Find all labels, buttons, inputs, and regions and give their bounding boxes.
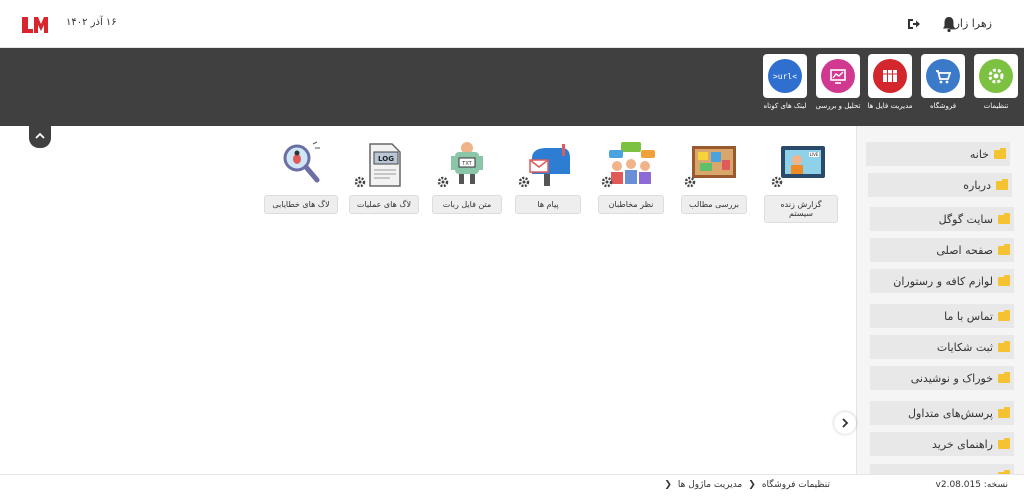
logout-icon[interactable] <box>906 16 922 32</box>
folder-icon <box>998 212 1010 224</box>
svg-text:>url<: >url< <box>773 72 797 81</box>
bell-icon[interactable] <box>940 15 958 33</box>
folder-icon <box>998 371 1010 383</box>
sidebar-item-complaints[interactable]: ثبت شکایات <box>870 335 1014 359</box>
module-label: گزارش زنده سیستم <box>764 195 838 223</box>
module-content-review[interactable]: بررسی مطالب <box>681 140 747 214</box>
robot-txt-icon: TXT <box>437 140 497 188</box>
breadcrumb-item[interactable]: مدیریت ماژول ها <box>678 480 742 490</box>
sidebar-item-more[interactable] <box>870 464 1014 474</box>
module-label: نظر مخاطبان <box>598 195 664 214</box>
breadcrumb-item[interactable]: تنظیمات فروشگاه <box>762 480 830 490</box>
module-label: پیام ها <box>515 195 581 214</box>
module-messages[interactable]: پیام ها <box>515 140 581 214</box>
folder-icon <box>994 147 1006 159</box>
sidebar-item-label: لوازم کافه و رستوران <box>893 274 993 288</box>
folder-icon <box>998 309 1010 321</box>
toolbar-analytics[interactable]: تحلیل و بررسی <box>815 54 861 110</box>
toolbar-label: لینک های کوتاه <box>763 102 807 110</box>
folder-icon <box>996 178 1008 190</box>
module-robot-file[interactable]: TXT متن فایل ربات <box>432 140 502 214</box>
analytics-icon <box>821 59 855 93</box>
collapse-toolbar-button[interactable] <box>29 124 51 148</box>
sidebar-item-contact[interactable]: تماس با ما <box>870 304 1014 328</box>
bug-search-icon <box>271 140 331 188</box>
module-toolbar: تنظیمات فروشگاه مدیریت فایل ها تحلیل و ب… <box>0 48 1024 126</box>
folder-icon <box>998 406 1010 418</box>
gear-icon <box>771 176 783 188</box>
sidebar-item-cafe-supplies[interactable]: لوازم کافه و رستوران <box>870 269 1014 293</box>
gear-icon <box>518 176 530 188</box>
sidebar-item-google-site[interactable]: سایت گوگل <box>870 207 1014 231</box>
sidebar-item-label: راهنمای خرید <box>931 437 993 451</box>
brand-logo[interactable] <box>20 14 50 36</box>
settings-icon <box>979 59 1013 93</box>
svg-text:LIVE: LIVE <box>810 152 819 157</box>
sidebar: خانه درباره سایت گوگل صفحه اصلی لوازم کا… <box>856 126 1024 474</box>
module-audience-comments[interactable]: نظر مخاطبان <box>598 140 664 214</box>
sidebar-toggle-button[interactable] <box>834 412 856 434</box>
module-live-report[interactable]: LIVE گزارش زنده سیستم <box>764 140 838 223</box>
svg-text:TXT: TXT <box>461 161 472 167</box>
content-review-icon <box>684 140 744 188</box>
module-label: بررسی مطالب <box>681 195 747 214</box>
toolbar-label: مدیریت فایل ها <box>867 102 913 110</box>
module-debug-logs[interactable]: لاگ های خطایابی <box>264 140 338 214</box>
chevron-up-icon <box>35 132 45 139</box>
chevron-left-icon: ❮ <box>664 480 672 490</box>
toolbar-label: تحلیل و بررسی <box>815 102 861 110</box>
toolbar-short-links[interactable]: >url< لینک های کوتاه <box>762 54 808 110</box>
folder-icon <box>998 274 1010 286</box>
sidebar-item-label: صفحه اصلی <box>936 243 993 257</box>
live-report-icon: LIVE <box>771 140 831 188</box>
module-label: لاگ های عملیات <box>349 195 419 214</box>
current-date: ۱۶ آذر ۱۴۰۲ <box>66 17 117 28</box>
sidebar-item-label: پرسش‌های متداول <box>908 406 993 420</box>
sidebar-item-label: ثبت شکایات <box>936 340 993 354</box>
module-operation-logs[interactable]: LOG لاگ های عملیات <box>349 140 419 214</box>
module-label: متن فایل ربات <box>432 195 502 214</box>
toolbar-settings[interactable]: تنظیمات <box>973 54 1019 110</box>
gear-icon <box>437 176 449 188</box>
sidebar-item-label: خانه <box>969 147 989 161</box>
module-label: لاگ های خطایابی <box>264 195 338 214</box>
mailbox-icon <box>518 140 578 188</box>
sidebar-item-food-drink[interactable]: خوراک و نوشیدنی <box>870 366 1014 390</box>
sidebar-item-main-page[interactable]: صفحه اصلی <box>870 238 1014 262</box>
breadcrumb: تنظیمات فروشگاه ❮ مدیریت ماژول ها ❮ <box>664 480 830 490</box>
svg-text:LOG: LOG <box>378 155 394 163</box>
operation-log-icon: LOG <box>354 140 414 188</box>
toolbar-shop[interactable]: فروشگاه <box>920 54 966 110</box>
folder-icon <box>998 243 1010 255</box>
gear-icon <box>354 176 366 188</box>
version-text: نسخه: v2.08.015 <box>935 480 1008 490</box>
sidebar-item-home[interactable]: خانه <box>866 142 1010 166</box>
sidebar-item-buying-guide[interactable]: راهنمای خرید <box>870 432 1014 456</box>
file-manager-icon <box>873 59 907 93</box>
toolbar-label: تنظیمات <box>983 102 1009 110</box>
toolbar-file-manager[interactable]: مدیریت فایل ها <box>867 54 913 110</box>
gear-icon <box>684 176 696 188</box>
chevron-right-icon <box>842 418 849 428</box>
cart-icon <box>926 59 960 93</box>
sidebar-item-label: خوراک و نوشیدنی <box>910 371 993 385</box>
top-bar: ۱۶ آذر ۱۴۰۲ زهرا زارع <box>0 0 1024 48</box>
audience-comments-icon <box>601 140 661 188</box>
sidebar-item-label: درباره <box>963 178 991 192</box>
toolbar-label: فروشگاه <box>929 102 957 110</box>
folder-icon <box>998 437 1010 449</box>
footer: نسخه: v2.08.015 تنظیمات فروشگاه ❮ مدیریت… <box>0 474 1024 496</box>
folder-icon <box>998 340 1010 352</box>
sidebar-item-label: تماس با ما <box>944 309 993 323</box>
gear-icon <box>601 176 613 188</box>
sidebar-item-faq[interactable]: پرسش‌های متداول <box>870 401 1014 425</box>
short-link-icon: >url< <box>768 59 802 93</box>
sidebar-item-label: سایت گوگل <box>938 212 993 226</box>
sidebar-item-about[interactable]: درباره <box>868 173 1012 197</box>
chevron-left-icon: ❮ <box>748 480 756 490</box>
